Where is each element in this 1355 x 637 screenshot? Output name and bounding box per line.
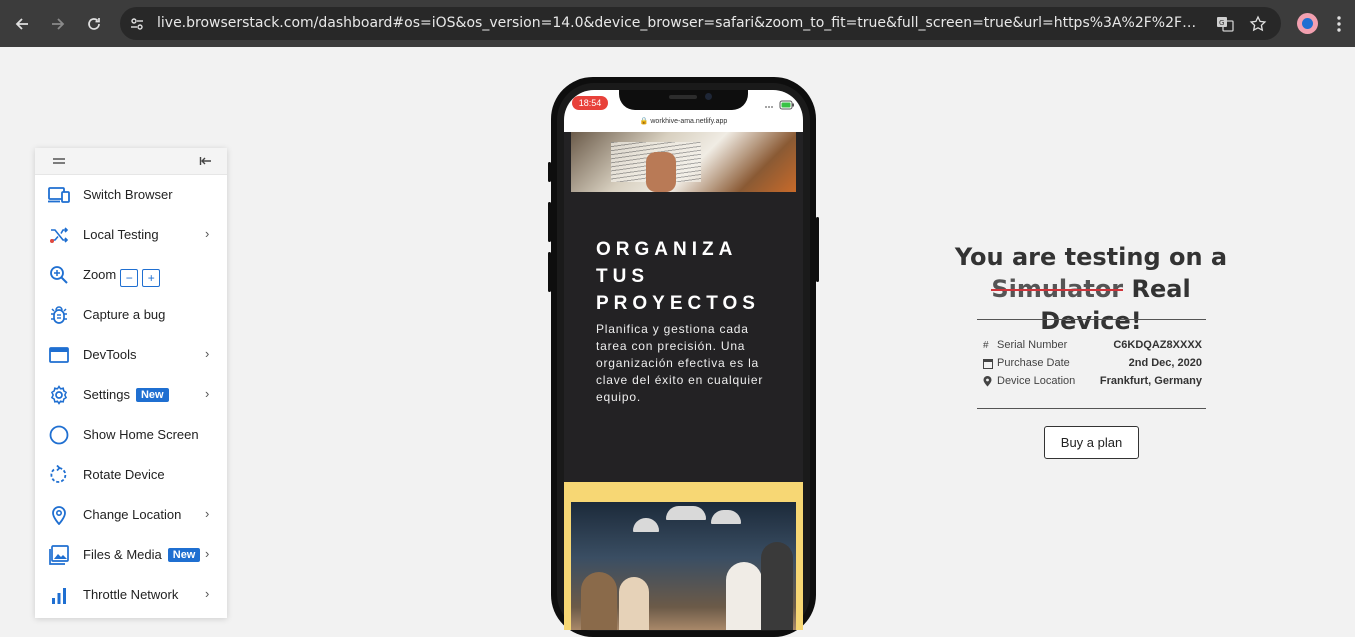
- settings-label: Settings: [83, 387, 130, 402]
- capture-bug-label: Capture a bug: [83, 307, 166, 322]
- kebab-menu-icon[interactable]: [1336, 15, 1342, 33]
- throttle-network-item[interactable]: Throttle Network ›: [35, 575, 227, 615]
- buy-plan-button[interactable]: Buy a plan: [1044, 426, 1139, 459]
- team-photo: [571, 502, 796, 630]
- bookmark-star-icon[interactable]: [1249, 15, 1267, 33]
- address-bar[interactable]: live.browserstack.com/dashboard#os=iOS&o…: [120, 7, 1281, 40]
- local-testing-item[interactable]: Local Testing ›: [35, 215, 227, 255]
- chevron-right-icon: ›: [205, 506, 210, 521]
- switch-browser-label: Switch Browser: [83, 187, 173, 202]
- rotate-device-item[interactable]: Rotate Device: [35, 455, 227, 495]
- zoom-icon: [48, 265, 70, 285]
- serial-number-row: # Serial Number C6KDQAZ8XXXX: [983, 339, 1202, 351]
- svg-text:G: G: [1219, 19, 1224, 27]
- browser-toolbar: live.browserstack.com/dashboard#os=iOS&o…: [0, 0, 1355, 47]
- drag-handle-icon[interactable]: [52, 156, 66, 166]
- notebook-photo: [571, 132, 796, 192]
- local-testing-label: Local Testing: [83, 227, 159, 242]
- collapse-panel-icon[interactable]: [199, 154, 213, 168]
- back-button[interactable]: [9, 11, 35, 37]
- image-icon: [48, 545, 70, 565]
- hero-text: Planifica y gestiona cada tarea con prec…: [596, 322, 764, 404]
- translate-icon[interactable]: G: [1216, 15, 1234, 33]
- device-screen[interactable]: 18:54 🔒 workhive-ama.netlify.app ORGANIZ…: [564, 90, 803, 630]
- devtools-item[interactable]: DevTools ›: [35, 335, 227, 375]
- settings-item[interactable]: Settings New ›: [35, 375, 227, 415]
- show-home-screen-label: Show Home Screen: [83, 427, 199, 442]
- hash-icon: #: [983, 340, 989, 351]
- struck-simulator-text: Simulator: [991, 275, 1124, 303]
- device-info-title: You are testing on a Simulator Real Devi…: [954, 243, 1228, 335]
- divider: [977, 408, 1206, 409]
- hero-title: ORGANIZA TUS PROYECTOS: [596, 239, 760, 314]
- chevron-right-icon: ›: [205, 546, 210, 561]
- show-home-screen-item[interactable]: Show Home Screen: [35, 415, 227, 455]
- toolbar-panel: Switch Browser Local Testing › Zoom − + Ca…: [35, 148, 227, 618]
- lock-icon: 🔒: [639, 118, 649, 125]
- zoom-out-button[interactable]: −: [120, 269, 139, 287]
- forward-button[interactable]: [45, 11, 71, 37]
- network-bars-icon: [48, 585, 70, 605]
- divider: [977, 319, 1206, 320]
- reload-button[interactable]: [81, 11, 107, 37]
- change-location-item[interactable]: Change Location ›: [35, 495, 227, 535]
- bug-icon: [48, 305, 70, 325]
- profile-avatar[interactable]: [1297, 13, 1318, 34]
- reload-icon: [88, 18, 100, 30]
- device-frame: 18:54 🔒 workhive-ama.netlify.app ORGANIZ…: [548, 77, 819, 637]
- local-testing-icon: [48, 225, 70, 245]
- address-text: workhive-ama.netlify.app: [650, 118, 728, 125]
- files-media-item[interactable]: Files & Media New ›: [35, 535, 227, 575]
- rotate-device-label: Rotate Device: [83, 467, 165, 482]
- zoom-in-button[interactable]: +: [142, 269, 161, 287]
- new-badge: New: [135, 388, 169, 402]
- status-time: 18:54: [572, 96, 608, 110]
- change-location-label: Change Location: [83, 507, 182, 522]
- switch-browser-icon: [48, 185, 70, 205]
- files-media-label: Files & Media: [83, 547, 162, 562]
- capture-bug-item[interactable]: Capture a bug: [35, 295, 227, 335]
- location-pin-icon: [983, 376, 992, 387]
- location-pin-icon: [48, 505, 70, 525]
- website-content: ORGANIZA TUS PROYECTOS Planifica y gesti…: [564, 132, 803, 630]
- home-circle-icon: [48, 425, 70, 445]
- chevron-right-icon: ›: [205, 586, 210, 601]
- site-settings-icon[interactable]: [129, 16, 145, 32]
- gear-icon: [48, 385, 70, 405]
- battery-icon: [765, 100, 794, 110]
- new-badge: New: [167, 548, 201, 562]
- calendar-icon: [983, 359, 993, 369]
- notch: [619, 90, 748, 110]
- back-arrow-icon: [15, 18, 28, 30]
- chevron-right-icon: ›: [205, 386, 210, 401]
- forward-arrow-icon: [52, 18, 65, 30]
- switch-browser-item[interactable]: Switch Browser: [35, 175, 227, 215]
- device-location-row: Device Location Frankfurt, Germany: [983, 375, 1202, 391]
- panel-header: [35, 148, 227, 175]
- chevron-right-icon: ›: [205, 226, 210, 241]
- purchase-date-row: Purchase Date 2nd Dec, 2020: [983, 357, 1202, 373]
- url-text[interactable]: live.browserstack.com/dashboard#os=iOS&o…: [157, 15, 1207, 31]
- devtools-icon: [48, 345, 70, 365]
- zoom-label: Zoom: [83, 267, 117, 282]
- chevron-right-icon: ›: [205, 346, 210, 361]
- rotate-icon: [48, 465, 70, 485]
- zoom-item: Zoom − +: [35, 255, 227, 295]
- devtools-label: DevTools: [83, 347, 137, 362]
- throttle-network-label: Throttle Network: [83, 587, 179, 602]
